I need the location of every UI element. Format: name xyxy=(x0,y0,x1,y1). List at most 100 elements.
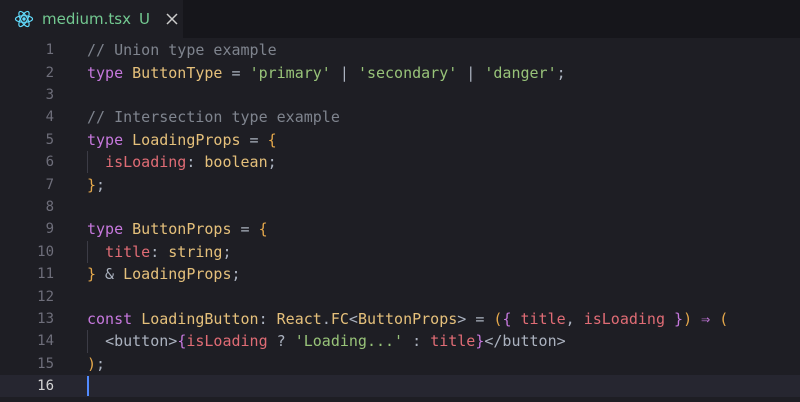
code-line[interactable]: 6 isLoading: boolean; xyxy=(0,151,800,173)
line-number: 16 xyxy=(37,378,54,395)
line-content: type LoadingProps = { xyxy=(87,129,277,151)
line-content: isLoading: boolean; xyxy=(87,151,277,173)
code-token: > xyxy=(457,309,467,328)
code-token: title xyxy=(105,242,151,261)
line-number: 5 xyxy=(45,131,54,148)
code-token: { xyxy=(267,130,277,149)
code-token: = xyxy=(240,130,268,149)
code-line[interactable]: 1 // Union type example xyxy=(0,39,800,61)
line-number: 1 xyxy=(45,42,54,59)
code-token: type xyxy=(87,130,124,149)
code-line[interactable]: 2 type ButtonType = 'primary' | 'secondar… xyxy=(0,61,800,83)
line-content: }; xyxy=(87,173,105,195)
indent-guide xyxy=(87,240,88,263)
code-token: isLoading xyxy=(583,309,665,328)
code-token: ( xyxy=(719,309,729,328)
code-token: } xyxy=(475,332,485,351)
code-token: title xyxy=(430,332,476,351)
code-token: ; xyxy=(96,354,106,373)
line-number: 11 xyxy=(37,266,54,283)
indent-guide xyxy=(87,330,88,353)
code-token: ) xyxy=(87,354,97,373)
code-token: 'secondary' xyxy=(357,63,458,82)
line-content: type ButtonType = 'primary' | 'secondary… xyxy=(87,61,566,83)
code-line[interactable]: 9 type ButtonProps = { xyxy=(0,218,800,240)
code-editor[interactable]: 1 // Union type example 2 type ButtonType =… xyxy=(0,38,800,402)
code-line[interactable]: 8 xyxy=(0,196,800,218)
code-token: 'primary' xyxy=(249,63,331,82)
line-number: 6 xyxy=(45,154,54,171)
code-token: </button> xyxy=(484,332,566,351)
line-number: 8 xyxy=(45,198,54,215)
line-number: 3 xyxy=(45,86,54,103)
line-number: 9 xyxy=(45,221,54,238)
code-token: LoadingButton xyxy=(141,309,259,328)
code-token: ; xyxy=(556,63,566,82)
line-number: 2 xyxy=(45,64,54,81)
code-line[interactable]: 7}; xyxy=(0,173,800,195)
code-token: ; xyxy=(231,265,241,284)
line-number: 14 xyxy=(37,333,54,350)
line-number: 10 xyxy=(37,243,54,260)
code-token: ; xyxy=(96,175,106,194)
line-content: // Union type example xyxy=(87,39,277,61)
line-content: // Intersection type example xyxy=(87,106,340,128)
code-token: { xyxy=(502,309,512,328)
code-line[interactable]: 5 type LoadingProps = { xyxy=(0,129,800,151)
code-token: isLoading xyxy=(105,153,187,172)
close-icon[interactable] xyxy=(162,9,182,29)
tab-filename: medium.tsx xyxy=(42,9,131,28)
code-token: } xyxy=(87,265,97,284)
code-line[interactable]: 15); xyxy=(0,353,800,375)
react-icon xyxy=(14,9,34,29)
code-token: = xyxy=(222,63,250,82)
code-token: // Union type example xyxy=(87,41,277,60)
line-content: const LoadingButton: React. FC < ButtonProp… xyxy=(87,308,728,330)
tab-bar: medium.tsx U xyxy=(0,0,800,38)
code-token: ) xyxy=(683,309,693,328)
code-line[interactable]: 12 xyxy=(0,285,800,307)
code-token: | xyxy=(457,63,485,82)
code-token: type xyxy=(87,63,124,82)
code-token: } xyxy=(674,309,684,328)
git-status-badge: U xyxy=(139,9,150,28)
code-line[interactable]: 16 xyxy=(0,375,800,398)
code-token: boolean xyxy=(204,153,268,172)
code-line[interactable]: 4 // Intersection type example xyxy=(0,106,800,128)
code-token: title xyxy=(520,309,566,328)
line-content: title: string; xyxy=(87,241,232,263)
code-line[interactable]: 13 const LoadingButton: React. FC < ButtonPr… xyxy=(0,308,800,330)
text-cursor xyxy=(87,376,89,397)
line-content: type ButtonProps = { xyxy=(87,218,268,240)
indent-guide xyxy=(87,151,88,174)
code-token: ; xyxy=(222,242,232,261)
code-token: isLoading xyxy=(186,332,268,351)
code-token: } xyxy=(87,175,97,194)
tab-medium-tsx[interactable]: medium.tsx U xyxy=(0,0,183,38)
code-token: & xyxy=(96,265,124,284)
code-token: = xyxy=(231,220,259,239)
code-token: ( xyxy=(493,309,503,328)
code-token: 'danger' xyxy=(484,63,557,82)
line-content: } & LoadingProps; xyxy=(87,263,241,285)
line-number: 15 xyxy=(37,355,54,372)
code-token: : xyxy=(403,332,431,351)
code-token: // Intersection type example xyxy=(87,108,340,127)
line-number: 4 xyxy=(45,109,54,126)
code-token: { xyxy=(177,332,187,351)
code-line[interactable]: 11 } & LoadingProps; xyxy=(0,263,800,285)
code-token: ButtonType xyxy=(132,63,223,82)
code-token: const xyxy=(87,309,133,328)
code-token: | xyxy=(330,63,358,82)
code-token: ButtonProps xyxy=(132,220,232,239)
code-line[interactable]: 10 title: string; xyxy=(0,241,800,263)
code-token: . xyxy=(321,309,331,328)
code-line[interactable]: 14 <button>{isLoading ? 'Loading...' : t… xyxy=(0,330,800,352)
code-line[interactable]: 3 xyxy=(0,84,800,106)
line-content: ); xyxy=(87,353,105,375)
